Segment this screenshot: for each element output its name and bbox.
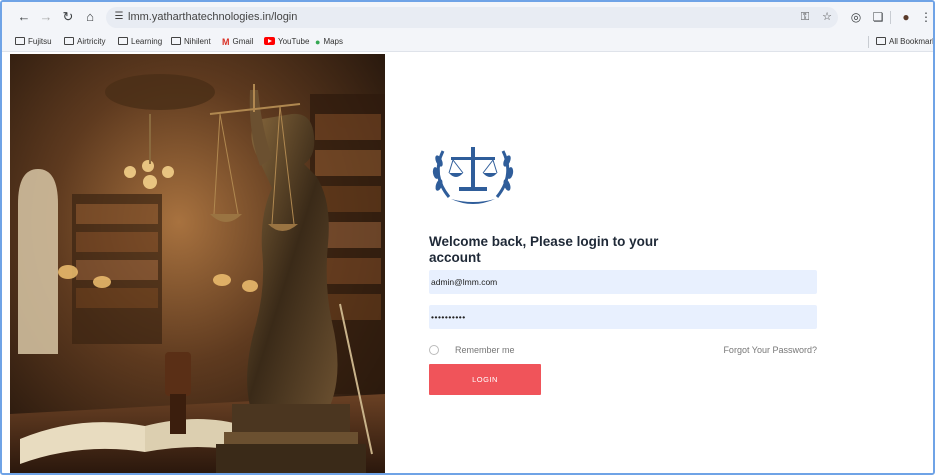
maps-icon: ● — [315, 37, 321, 47]
folder-icon — [171, 37, 181, 45]
back-icon[interactable]: ← — [16, 9, 32, 25]
site-info-icon[interactable]: ☰ — [112, 10, 126, 24]
url-text[interactable]: lmm.yatharthatechnologies.in/login — [128, 10, 297, 25]
remember-me-checkbox[interactable] — [429, 345, 439, 355]
extension-icon[interactable]: ◎ — [848, 9, 864, 25]
menu-icon[interactable]: ⋮ — [920, 9, 932, 25]
folder-icon — [64, 37, 74, 45]
puzzle-icon[interactable]: ❏ — [870, 9, 886, 25]
reload-icon[interactable]: ↻ — [60, 9, 76, 25]
bookmark-fujitsu[interactable]: Fujitsu — [15, 35, 52, 49]
youtube-icon — [264, 37, 275, 45]
home-icon[interactable]: ⌂ — [82, 9, 98, 25]
profile-avatar-icon[interactable]: ● — [898, 9, 914, 25]
gmail-icon: M — [222, 37, 230, 47]
forgot-password-link[interactable]: Forgot Your Password? — [723, 344, 817, 356]
toolbar-divider — [890, 11, 891, 24]
lady-justice-illustration — [10, 54, 385, 473]
password-field[interactable]: •••••••••• — [429, 305, 817, 329]
folder-icon — [876, 37, 886, 45]
login-button[interactable]: LOGIN — [429, 364, 541, 395]
address-bar[interactable]: ☰ lmm.yatharthatechnologies.in/login ⚿ ☆ — [106, 7, 838, 28]
bookmark-airtricity[interactable]: Airtricity — [64, 35, 105, 49]
browser-toolbar: ← → ↻ ⌂ ☰ lmm.yatharthatechnologies.in/l… — [2, 2, 933, 32]
bookmark-star-icon[interactable]: ☆ — [820, 10, 834, 24]
remember-me-label[interactable]: Remember me — [455, 344, 515, 356]
browser-window: ← → ↻ ⌂ ☰ lmm.yatharthatechnologies.in/l… — [0, 0, 935, 475]
page-title: Welcome back, Please login to your accou… — [429, 234, 659, 265]
bookmark-youtube[interactable]: YouTube — [264, 35, 309, 49]
email-field[interactable]: admin@lmm.com — [429, 270, 817, 294]
bookmark-maps[interactable]: ● Maps — [315, 35, 343, 49]
login-page: Welcome back, Please login to your accou… — [2, 53, 933, 473]
folder-icon — [118, 37, 128, 45]
login-panel: Welcome back, Please login to your accou… — [429, 53, 829, 473]
bookmark-nihilent[interactable]: Nihilent — [171, 35, 211, 49]
bookmark-gmail[interactable]: M Gmail — [222, 35, 253, 49]
bookmarks-divider — [868, 36, 869, 48]
bookmark-learning[interactable]: Learning — [118, 35, 162, 49]
folder-icon — [15, 37, 25, 45]
bookmarks-bar: Fujitsu Airtricity Learning Nihilent M Gm… — [2, 32, 933, 52]
forward-icon[interactable]: → — [38, 9, 54, 25]
scales-of-justice-logo-icon — [429, 135, 517, 211]
key-icon[interactable]: ⚿ — [798, 10, 812, 24]
all-bookmarks[interactable]: All Bookmarks — [876, 35, 933, 49]
